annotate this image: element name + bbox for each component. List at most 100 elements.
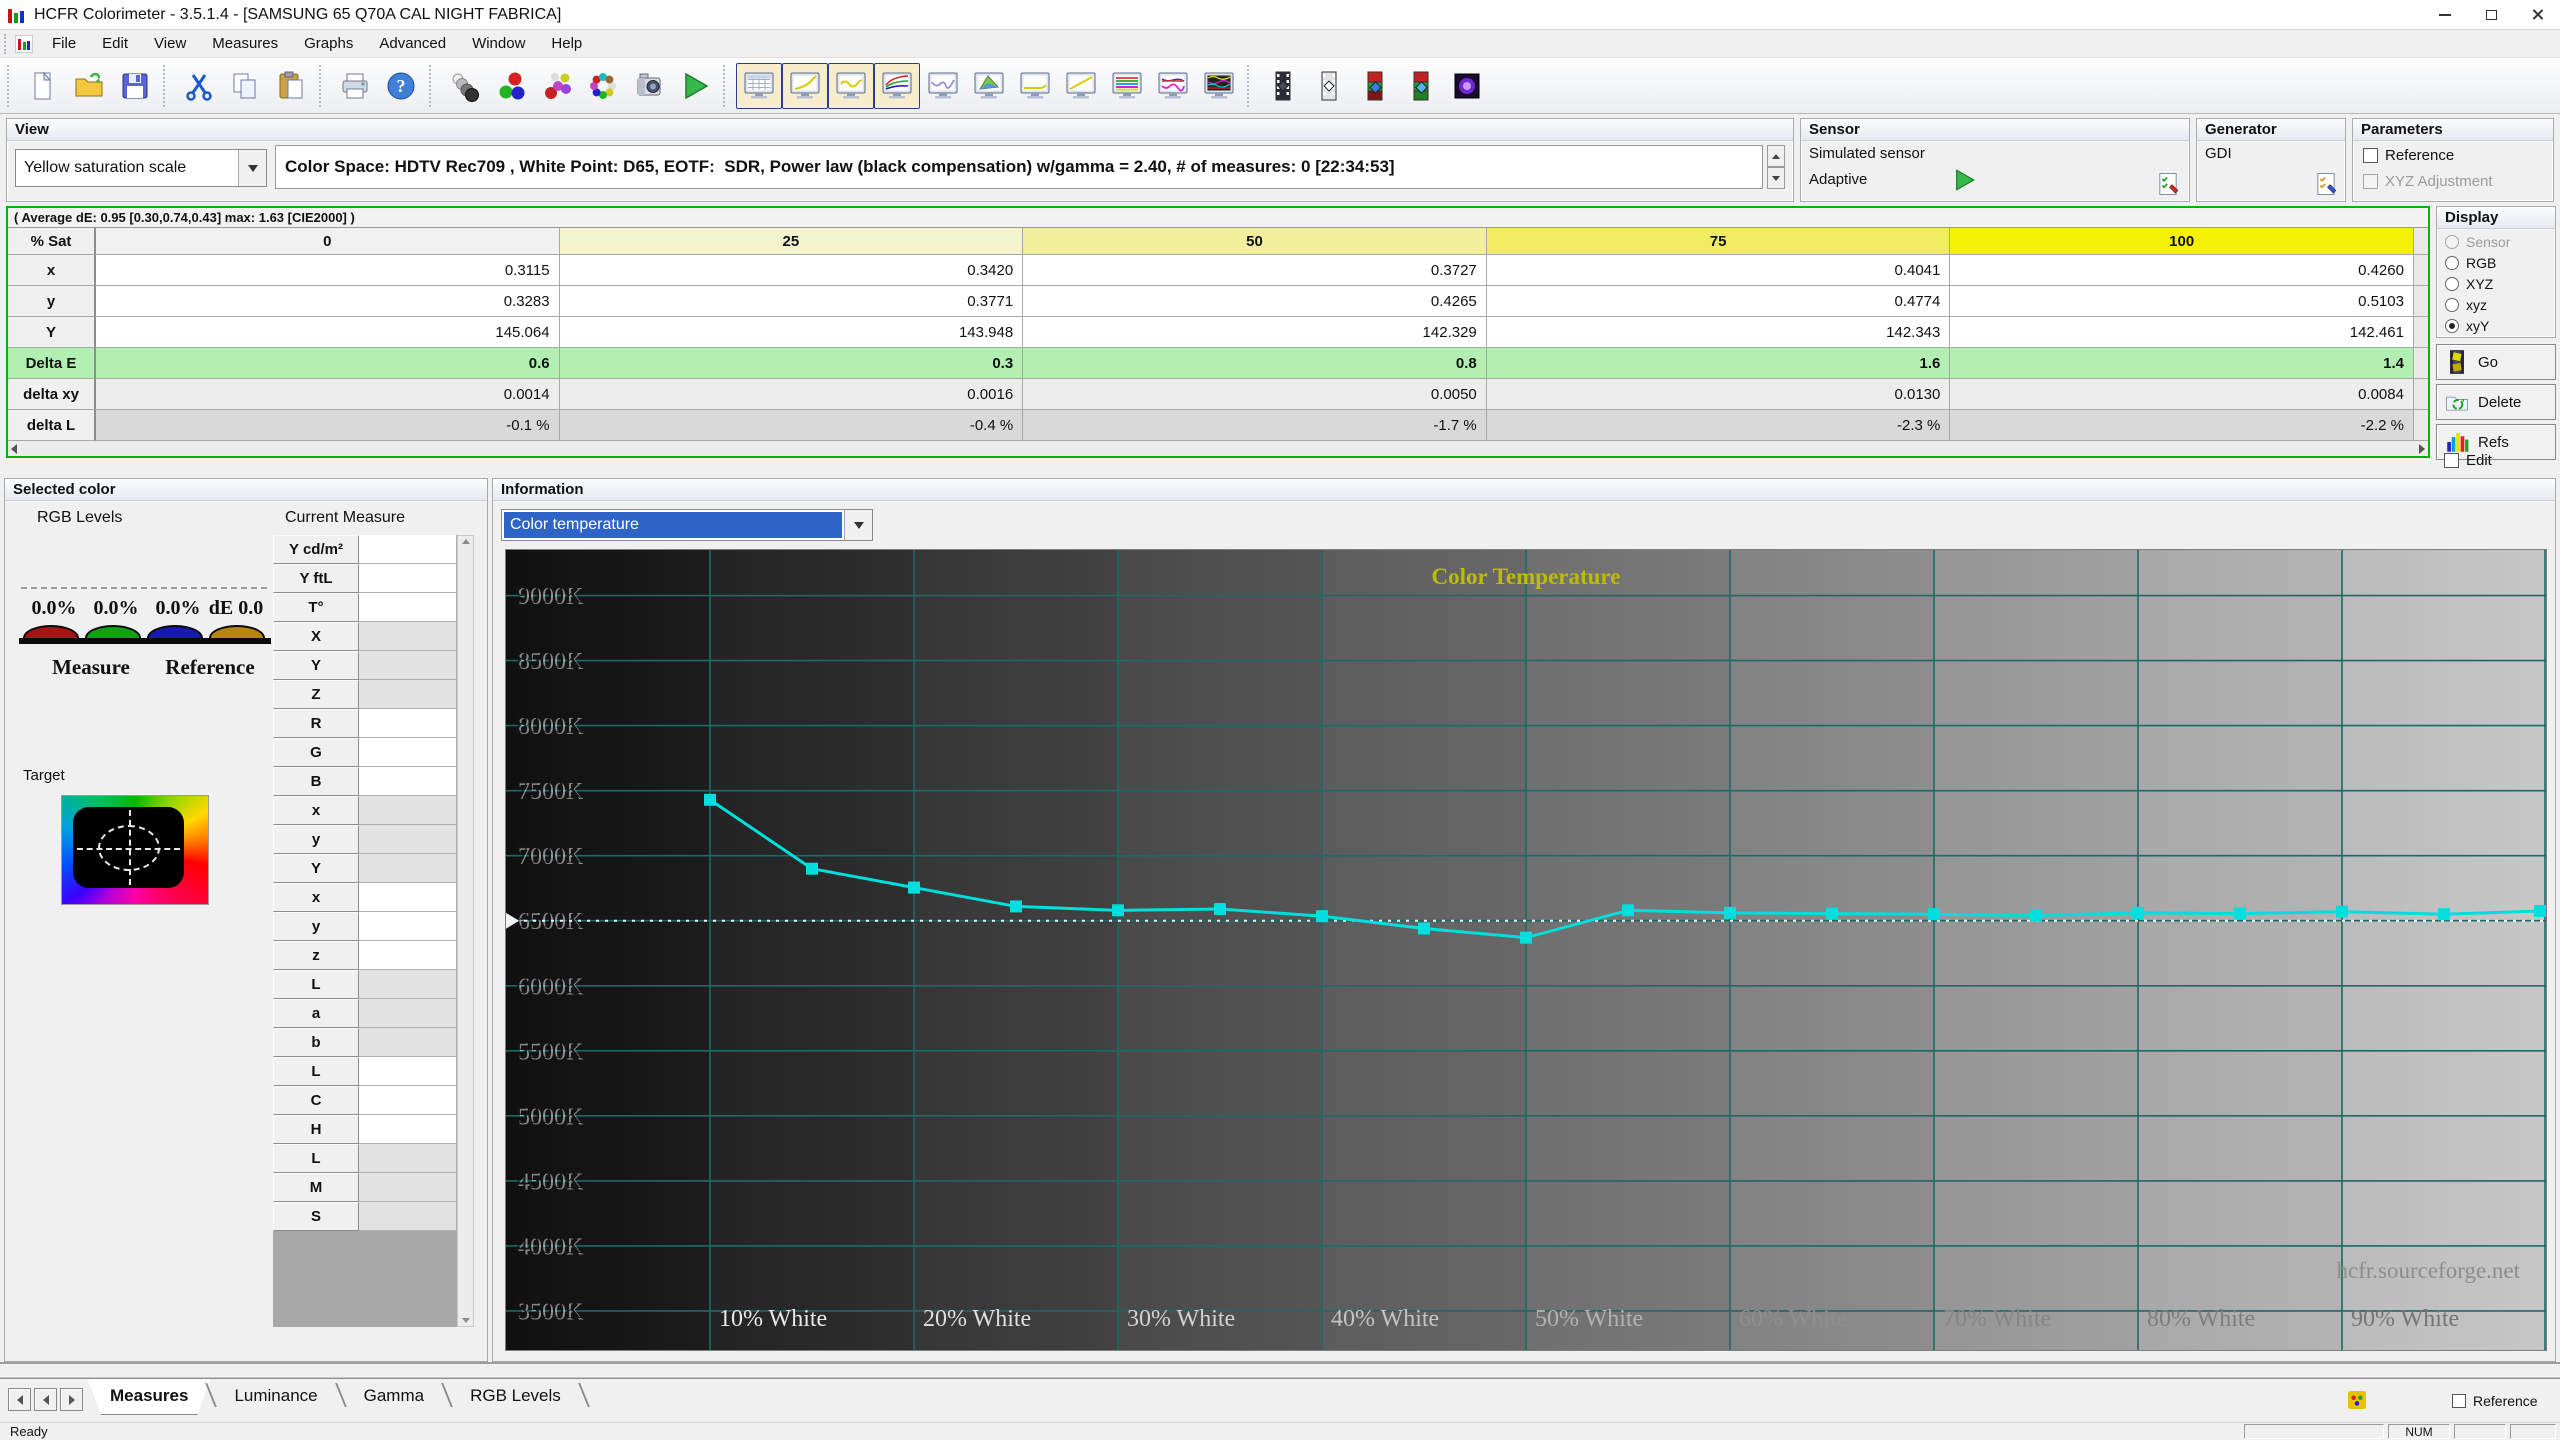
sat-cell: -0.1 % [96, 410, 560, 441]
reference-checkbox[interactable]: Reference [2363, 147, 2454, 164]
tab-measures[interactable]: Measures [88, 1379, 210, 1415]
toolbar-grip [163, 65, 171, 107]
view-color-curves-button[interactable] [1150, 63, 1196, 109]
print-button[interactable] [332, 63, 378, 109]
menu-measures[interactable]: Measures [199, 30, 291, 58]
view-saturation-bars-button[interactable] [1104, 63, 1150, 109]
toolbar-grip [7, 65, 15, 107]
view-cie-diagram-button[interactable] [966, 63, 1012, 109]
table-vertical-scrollbar[interactable] [2414, 317, 2428, 348]
rgb-bar-3 [209, 625, 265, 638]
sat-cell: 0.4260 [1950, 255, 2414, 286]
spin-up-button[interactable] [1767, 145, 1785, 167]
tab-scroll-first-button[interactable] [8, 1388, 31, 1411]
view-gamma-curve-button[interactable] [782, 63, 828, 109]
scroll-right-icon[interactable] [2419, 444, 2425, 454]
table-vertical-scrollbar[interactable] [2414, 228, 2428, 255]
about-button[interactable]: ? [378, 63, 424, 109]
film-saturations-button[interactable] [1398, 63, 1444, 109]
tab-scroll-left-button[interactable] [34, 1388, 57, 1411]
go-button[interactable]: Go [2436, 344, 2556, 380]
combo-arrow-button[interactable] [238, 150, 266, 186]
sat-header-0[interactable]: 0 [96, 228, 560, 255]
table-vertical-scrollbar[interactable] [2414, 348, 2428, 379]
paste-button[interactable] [268, 63, 314, 109]
menu-window[interactable]: Window [459, 30, 538, 58]
sat-header-50[interactable]: 50 [1023, 228, 1487, 255]
measure-table-scrollbar[interactable] [457, 535, 474, 1327]
menu-graphs[interactable]: Graphs [291, 30, 366, 58]
information-type-select[interactable]: Color temperature [501, 509, 873, 541]
delete-button[interactable]: Delete [2436, 384, 2556, 420]
film-grayscale-button[interactable] [1260, 63, 1306, 109]
menu-edit[interactable]: Edit [89, 30, 141, 58]
primaries-measure-button[interactable] [488, 63, 534, 109]
palette-icon[interactable] [2348, 1391, 2366, 1409]
film-nearwhite-button[interactable] [1306, 63, 1352, 109]
checkbox-icon [2363, 148, 2378, 163]
scroll-left-icon[interactable] [11, 444, 17, 454]
minimize-button[interactable] [2422, 0, 2468, 30]
view-full-graphs-button[interactable] [1196, 63, 1242, 109]
secondaries-measure-button[interactable] [534, 63, 580, 109]
spin-down-button[interactable] [1767, 167, 1785, 189]
view-measures-grid-button[interactable] [736, 63, 782, 109]
arrow-left-icon [43, 1395, 49, 1405]
scroll-up-icon[interactable] [462, 539, 470, 544]
table-vertical-scrollbar[interactable] [2414, 286, 2428, 317]
menu-file[interactable]: File [39, 30, 89, 58]
save-button[interactable] [112, 63, 158, 109]
snapshot-button[interactable] [626, 63, 672, 109]
tab-scroll-right-button[interactable] [60, 1388, 83, 1411]
open-button[interactable] [66, 63, 112, 109]
sat-header-75[interactable]: 75 [1487, 228, 1951, 255]
menu-view[interactable]: View [141, 30, 199, 58]
table-vertical-scrollbar[interactable] [2414, 255, 2428, 286]
tab-rgb-levels[interactable]: RGB Levels [448, 1379, 583, 1415]
display-radio-rgb[interactable]: RGB [2445, 252, 2547, 273]
cut-button[interactable] [176, 63, 222, 109]
sat-header-25[interactable]: 25 [560, 228, 1024, 255]
copy-button[interactable] [222, 63, 268, 109]
view-nearblack-button[interactable] [1012, 63, 1058, 109]
horizontal-splitter[interactable] [0, 1362, 2560, 1378]
view-nearwhite-button[interactable] [1058, 63, 1104, 109]
sensor-config-icon[interactable] [2155, 171, 2181, 197]
info-spinner[interactable] [1767, 145, 1785, 189]
radio-icon [2445, 319, 2459, 333]
bottom-reference-label: Reference [2473, 1393, 2538, 1409]
film-primaries-button[interactable] [1352, 63, 1398, 109]
sat-header-100[interactable]: 100 [1950, 228, 2414, 255]
new-button[interactable] [20, 63, 66, 109]
measure-row-label: M [273, 1173, 359, 1202]
sensor-run-icon[interactable] [1951, 167, 1977, 193]
table-vertical-scrollbar[interactable] [2414, 379, 2428, 410]
close-button[interactable] [2514, 0, 2560, 30]
color-swatch-button[interactable] [1444, 63, 1490, 109]
view-rgb-levels-button[interactable] [874, 63, 920, 109]
menu-help[interactable]: Help [538, 30, 595, 58]
table-horizontal-scrollbar[interactable] [8, 441, 2428, 456]
free-measure-button[interactable] [580, 63, 626, 109]
display-radio-xyz[interactable]: xyz [2445, 294, 2547, 315]
table-vertical-scrollbar[interactable] [2414, 410, 2428, 441]
tab-luminance[interactable]: Luminance [212, 1379, 339, 1415]
maximize-button[interactable] [2468, 0, 2514, 30]
measure-row-value [359, 999, 457, 1028]
combo-arrow-button[interactable] [844, 510, 872, 540]
grayscale-measure-button[interactable] [442, 63, 488, 109]
saturation-scale-select[interactable]: Yellow saturation scale [15, 149, 267, 187]
go-button-label: Go [2478, 354, 2498, 371]
generator-config-icon[interactable] [2313, 171, 2339, 197]
view-histogram-button[interactable] [920, 63, 966, 109]
display-radio-xyy[interactable]: xyY [2445, 315, 2547, 336]
bottom-reference-checkbox[interactable]: Reference [2452, 1393, 2538, 1409]
scroll-down-icon[interactable] [462, 1318, 470, 1323]
measure-row-label: X [273, 622, 359, 651]
edit-checkbox[interactable]: Edit [2444, 452, 2492, 469]
run-measures-button[interactable] [672, 63, 718, 109]
menu-advanced[interactable]: Advanced [366, 30, 459, 58]
tab-gamma[interactable]: Gamma [342, 1379, 446, 1415]
view-luminance-curve-button[interactable] [828, 63, 874, 109]
display-radio-xyz[interactable]: XYZ [2445, 273, 2547, 294]
